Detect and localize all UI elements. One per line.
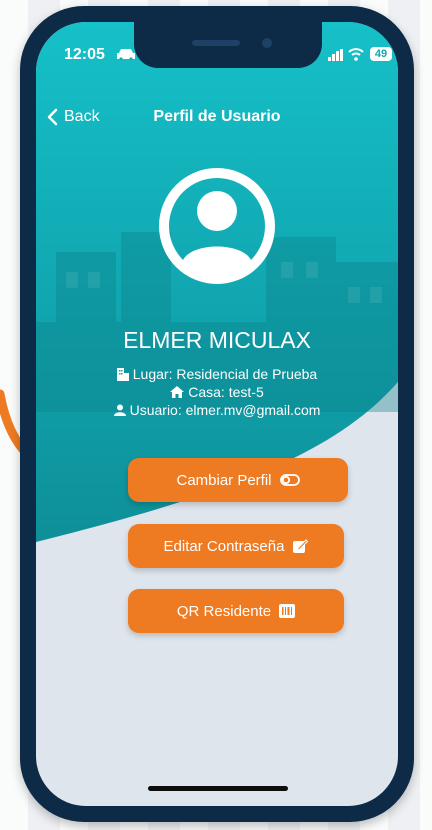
speaker [192,40,240,46]
change-profile-button[interactable]: Cambiar Perfil [128,458,348,502]
battery-icon: 49 [370,47,392,61]
phone-notch [134,22,322,68]
house-icon [170,386,185,398]
person-icon [113,404,126,416]
edit-password-button[interactable]: Editar Contraseña [128,524,344,568]
car-icon [117,49,135,60]
qr-resident-button[interactable]: QR Residente [128,589,344,633]
edit-icon [293,539,309,553]
building-icon [116,367,129,381]
toggle-icon [279,474,300,486]
qr-resident-label: QR Residente [176,602,272,620]
info-casa: Casa: test-5 [36,384,398,400]
info-usuario: Usuario: elmer.mv@gmail.com [36,402,398,418]
info-casa-text: Casa: test-5 [188,384,264,400]
wifi-icon [348,48,364,61]
change-profile-label: Cambiar Perfil [176,471,272,489]
home-indicator[interactable] [148,786,288,791]
info-usuario-text: Usuario: elmer.mv@gmail.com [129,402,321,418]
status-time: 12:05 [64,46,105,63]
edit-password-label: Editar Contraseña [163,537,285,555]
camera [262,38,272,48]
signal-icon [328,49,343,61]
user-name: ELMER MICULAX [123,327,311,353]
user-circle-icon [159,168,275,284]
navigation-bar: Back Perfil de Usuario [36,104,398,134]
phone-frame: 12:05 49 Back Perfil de Usuario ELMER MI… [20,6,414,822]
page-title: Perfil de Usuario [153,108,281,125]
info-lugar-text: Lugar: Residencial de Prueba [132,366,318,382]
barcode-icon [279,604,296,618]
screen: 12:05 49 Back Perfil de Usuario ELMER MI… [36,22,398,806]
info-lugar: Lugar: Residencial de Prueba [36,366,398,382]
